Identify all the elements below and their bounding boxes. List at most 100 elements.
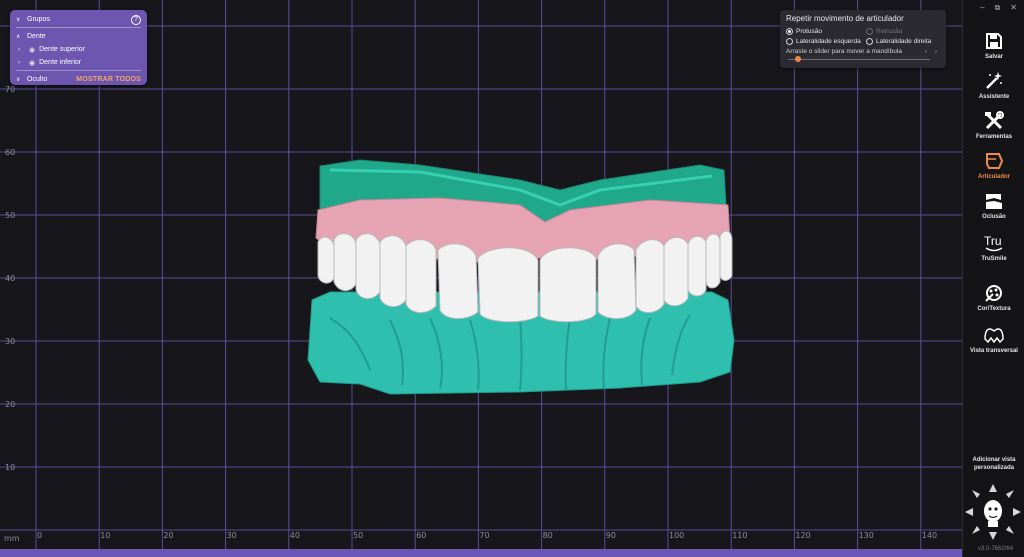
view-orientation-widget[interactable] xyxy=(964,482,1022,542)
chevron-down-icon[interactable]: ∨ xyxy=(16,16,23,23)
view-arrow-bottom-right-icon xyxy=(1006,526,1014,534)
help-circle-icon[interactable]: ? xyxy=(131,14,141,25)
tool-salvar[interactable]: Salvar xyxy=(963,30,1024,60)
slider-hint: Arraste o slider para mover a mandíbula xyxy=(786,48,902,55)
radio-button-icon[interactable] xyxy=(866,27,873,35)
chevron-right-icon[interactable]: › xyxy=(18,47,25,53)
tool-label: TruSmile xyxy=(981,256,1007,262)
tool-vista-transversal[interactable]: Vista transversal xyxy=(963,324,1024,354)
minimize-button[interactable]: – xyxy=(980,3,984,14)
app-window: 0 10 20 30 40 50 60 70 80 90 100 110 120 130 140 10 20 30… xyxy=(0,0,1024,557)
tool-label: Vista transversal xyxy=(970,348,1018,354)
chevron-up-icon[interactable]: ∧ xyxy=(16,33,23,40)
slider-step-arrows[interactable]: ‹ › xyxy=(925,48,940,55)
viewport-bottom-bar xyxy=(0,549,962,557)
section-label: Dente xyxy=(27,33,46,40)
radio-lateralidade-direita[interactable]: Lateralidade direita xyxy=(866,37,931,45)
chevron-right-icon[interactable]: › xyxy=(18,60,25,66)
articulator-icon xyxy=(982,150,1006,172)
right-toolbar: – ⧉ ✕ Salvar Assistente Ferramentas Arti… xyxy=(962,0,1024,557)
x-tick-label: 110 xyxy=(732,531,747,540)
radio-label: Lateralidade esquerda xyxy=(796,37,861,45)
x-tick-label: 100 xyxy=(669,531,684,540)
x-tick-label: 60 xyxy=(416,531,426,540)
y-tick-label: 10 xyxy=(5,463,15,472)
tools-icon xyxy=(982,110,1006,132)
radio-button-icon[interactable] xyxy=(866,37,873,45)
group-item-label: Dente inferior xyxy=(39,59,82,66)
tool-trusmile[interactable]: Tru TruSmile xyxy=(963,232,1024,262)
show-all-button[interactable]: MOSTRAR TODOS xyxy=(76,76,141,83)
hidden-label: Oculto xyxy=(27,76,48,83)
color-texture-icon xyxy=(982,282,1006,304)
groups-panel: ∨ Grupos ? ∧ Dente › ◉ Dente superior › … xyxy=(10,10,147,85)
x-tick-label: 90 xyxy=(606,531,616,540)
divider xyxy=(16,27,141,28)
x-tick-label: 0 xyxy=(37,531,42,540)
articulator-panel: Repetir movimento de articulador Protusã… xyxy=(780,10,946,68)
magic-wand-icon xyxy=(982,70,1006,92)
x-tick-label: 20 xyxy=(163,531,173,540)
view-arrow-right-icon xyxy=(1013,508,1021,516)
x-tick-label: 140 xyxy=(922,531,937,540)
tool-articulador[interactable]: Articulador xyxy=(963,150,1024,180)
tool-oclusao[interactable]: Oclusão xyxy=(963,190,1024,220)
x-tick-label: 40 xyxy=(290,531,300,540)
y-tick-label: 50 xyxy=(5,211,15,220)
tool-cor-textura[interactable]: Cor/Textura xyxy=(963,282,1024,312)
articulator-panel-title: Repetir movimento de articulador xyxy=(786,14,904,23)
eye-icon[interactable]: ◉ xyxy=(29,46,35,54)
dental-model[interactable] xyxy=(307,159,735,395)
tool-label: Cor/Textura xyxy=(977,306,1011,312)
y-tick-label: 60 xyxy=(5,148,15,157)
restore-button[interactable]: ⧉ xyxy=(995,3,1001,14)
tool-assistente[interactable]: Assistente xyxy=(963,70,1024,100)
radio-label: Protusão xyxy=(796,27,823,35)
view-arrow-left-icon xyxy=(965,508,973,516)
cross-section-icon xyxy=(982,324,1006,346)
x-tick-label: 130 xyxy=(859,531,874,540)
slider-thumb[interactable] xyxy=(795,56,802,62)
save-icon xyxy=(982,30,1006,52)
groups-title: Grupos xyxy=(27,16,50,23)
view-arrow-top-right-icon xyxy=(1006,490,1014,498)
slider-track[interactable] xyxy=(788,59,930,60)
version-label: v3.0-7662/64 xyxy=(978,546,1014,552)
tool-ferramentas[interactable]: Ferramentas xyxy=(963,110,1024,140)
radio-button-icon[interactable] xyxy=(786,37,793,45)
add-custom-view-button[interactable]: Adicionar vista personalizada xyxy=(963,456,1024,472)
close-button[interactable]: ✕ xyxy=(1010,3,1017,14)
radio-retrusao[interactable]: Retrusão xyxy=(866,27,903,35)
view-arrow-down-icon xyxy=(989,532,997,540)
y-tick-label: 30 xyxy=(5,337,15,346)
radio-protusao[interactable]: Protusão xyxy=(786,27,866,35)
group-item-dente-inferior[interactable]: › ◉ Dente inferior xyxy=(16,56,141,69)
view-arrow-bottom-left-icon xyxy=(972,526,980,534)
divider xyxy=(16,70,141,71)
chevron-down-icon[interactable]: ∨ xyxy=(16,76,23,83)
x-tick-label: 120 xyxy=(795,531,810,540)
section-oculto[interactable]: ∨ Oculto MOSTRAR TODOS xyxy=(16,73,141,86)
radio-button-icon[interactable] xyxy=(786,27,793,35)
y-tick-label: 20 xyxy=(5,400,15,409)
head-icon xyxy=(984,500,1002,527)
x-tick-label: 30 xyxy=(227,531,237,540)
section-dente[interactable]: ∧ Dente xyxy=(16,30,141,43)
radio-label: Retrusão xyxy=(876,27,903,35)
y-tick-label: 70 xyxy=(5,85,15,94)
radio-lateralidade-esquerda[interactable]: Lateralidade esquerda xyxy=(786,37,866,45)
window-controls: – ⧉ ✕ xyxy=(963,0,1024,14)
tool-label: Assistente xyxy=(978,94,1010,100)
tool-label: Salvar xyxy=(984,54,1003,60)
tool-label: Oclusão xyxy=(982,214,1006,220)
y-tick-label: 40 xyxy=(5,274,15,283)
tool-label: Articulador xyxy=(977,174,1010,180)
group-item-dente-superior[interactable]: › ◉ Dente superior xyxy=(16,43,141,56)
occlusion-icon xyxy=(982,190,1006,212)
eye-icon[interactable]: ◉ xyxy=(29,59,35,67)
svg-text:Tru: Tru xyxy=(984,234,1002,248)
mandible-slider[interactable] xyxy=(786,56,940,64)
tool-label: Ferramentas xyxy=(975,134,1013,140)
x-tick-label: 70 xyxy=(479,531,489,540)
x-tick-label: 80 xyxy=(543,531,553,540)
